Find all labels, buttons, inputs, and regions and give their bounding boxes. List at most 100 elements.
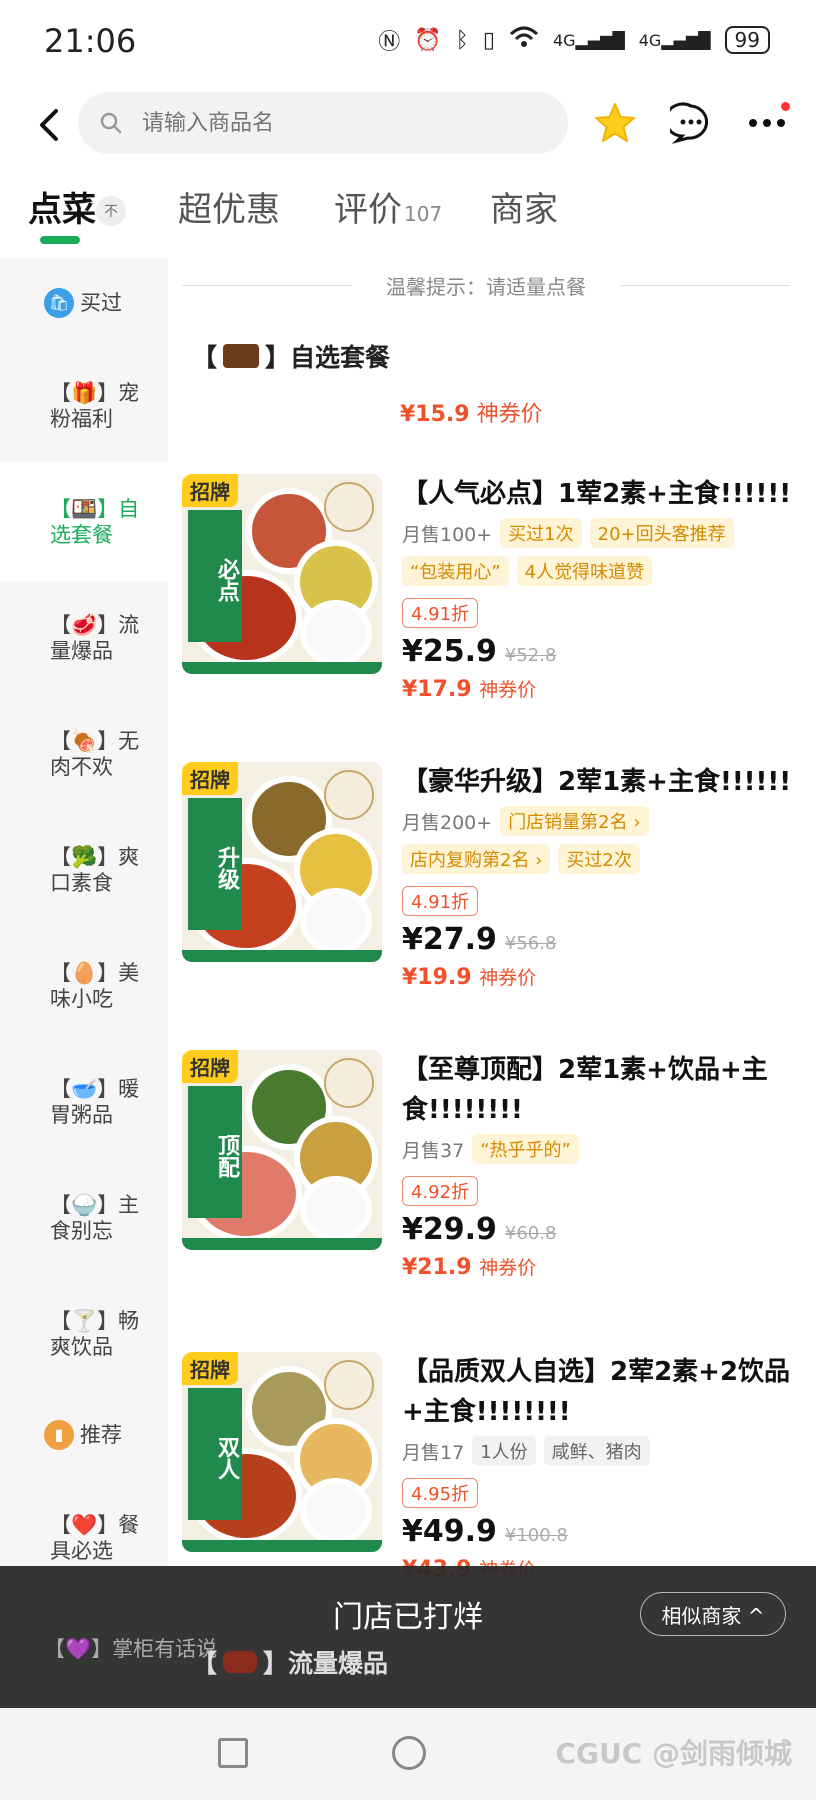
bracket-open: 【 — [192, 343, 218, 372]
product-card[interactable]: 必点 招牌 【人气必点】1荤2素+主食!!!!!! 月售100+ 买过1次 20… — [182, 474, 802, 724]
section-title: 【 】 自选套餐 — [192, 338, 390, 374]
coupon-price-label: 神券价 — [479, 967, 537, 989]
recents-button[interactable] — [218, 1738, 248, 1768]
wifi-icon — [509, 26, 539, 54]
fresh-seal-icon — [324, 1360, 374, 1410]
sidebar-item-label: 推荐 — [80, 1423, 122, 1447]
sidebar-item-label: 买过 — [80, 291, 122, 315]
product-name: 【至尊顶配】2荤1素+饮品+主食!!!!!!!! — [402, 1055, 768, 1125]
sidebar-item-combo[interactable]: 【🍱】自选套餐 — [0, 496, 168, 548]
product-meta: 月售100+ 买过1次 20+回头客推荐 “包装用心” 4人觉得味道赞 — [402, 518, 802, 586]
sidebar-item-staple[interactable]: 【🍚】主食别忘 — [0, 1192, 168, 1244]
message-button[interactable] — [668, 100, 714, 146]
product-image: 必点 招牌 — [182, 474, 382, 674]
monthly-sales: 月售37 — [402, 1139, 465, 1162]
current-price: ¥25.9 — [402, 634, 497, 669]
price-row: ¥49.9 ¥100.8 — [402, 1514, 802, 1549]
back-button[interactable] — [34, 102, 64, 148]
product-tag[interactable]: 门店销量第2名 › — [500, 806, 649, 836]
product-meta: 月售37 “热乎乎的” — [402, 1134, 802, 1164]
product-tag[interactable]: 店内复购第2名 › — [402, 844, 551, 874]
status-icons: Ⓝ ⏰ ᛒ ▯ 4G▂▄▆█ 4G▂▄▆█ 99 — [378, 24, 770, 56]
section-title-text: 自选套餐 — [290, 343, 391, 372]
tab-merchant[interactable]: 商家 — [490, 182, 558, 231]
sidebar-item-tableware[interactable]: 【❤️】餐具必选 — [0, 1512, 168, 1564]
current-price: ¥49.9 — [402, 1514, 497, 1549]
price-row: ¥27.9 ¥56.8 — [402, 922, 802, 957]
product-name: 【人气必点】1荤2素+主食!!!!!! — [402, 479, 792, 509]
sidebar-item-fan-benefits[interactable]: 【🎁】宠粉福利 — [0, 380, 168, 432]
product-tag: 1人份 — [472, 1436, 536, 1466]
search-box[interactable] — [78, 92, 568, 154]
image-label: 升级 — [188, 798, 242, 930]
signal-icon: 4G▂▄▆█ — [552, 30, 625, 50]
coupon-price: ¥21.9 神券价 — [402, 1253, 802, 1280]
favorite-button[interactable] — [592, 100, 638, 146]
monthly-sales: 月售200+ — [402, 811, 493, 834]
coupon-price-value: ¥21.9 — [402, 1255, 472, 1280]
coupon-price-value: ¥19.9 — [402, 965, 472, 990]
divider — [620, 284, 790, 286]
notice-text: 温馨提示：请适量点餐 — [386, 274, 586, 299]
fresh-seal-icon — [324, 482, 374, 532]
search-input[interactable] — [142, 110, 502, 136]
discount-badge: 4.91折 — [402, 598, 479, 628]
chevron-left-icon — [40, 109, 58, 141]
product-card[interactable]: 升级 招牌 【豪华升级】2荤1素+主食!!!!!! 月售200+ 门店销量第2名… — [182, 762, 802, 1012]
product-tag: “包装用心” — [402, 556, 509, 586]
section-promo-price: ¥15.9 — [400, 402, 470, 427]
coupon-price-value: ¥17.9 — [402, 677, 472, 702]
original-price: ¥100.8 — [504, 1525, 568, 1546]
section-promo: ¥15.9 神券价 — [400, 396, 543, 428]
discount-badge: 4.92折 — [402, 1176, 479, 1206]
chat-icon — [670, 102, 708, 144]
product-card[interactable]: 双人 招牌 【品质双人自选】2荤2素+2饮品+主食!!!!!!!! 月售17 1… — [182, 1352, 802, 1602]
signature-badge: 招牌 — [182, 1050, 238, 1083]
status-bar: 21:06 Ⓝ ⏰ ᛒ ▯ 4G▂▄▆█ 4G▂▄▆█ 99 — [0, 0, 816, 80]
star-icon — [595, 103, 635, 142]
image-footer-band — [182, 1238, 382, 1250]
review-count: 107 — [404, 202, 443, 226]
current-price: ¥29.9 — [402, 1212, 497, 1247]
tab-reviews[interactable]: 评价 107 — [334, 182, 442, 231]
sidebar-item-meat[interactable]: 【🍖】无肉不欢 — [0, 728, 168, 780]
product-card[interactable]: 顶配 招牌 【至尊顶配】2荤1素+饮品+主食!!!!!!!! 月售37 “热乎乎… — [182, 1050, 802, 1300]
next-section-text: 流量爆品 — [288, 1649, 389, 1678]
sidebar-item-recommend[interactable]: ▮ 推荐 — [0, 1420, 168, 1450]
sidebar-item-porridge[interactable]: 【🥣】暖胃粥品 — [0, 1076, 168, 1128]
signature-badge: 招牌 — [182, 762, 238, 795]
store-closed-banner: 门店已打烊 相似商家 ^ 【💜】掌柜有话说 【 】 流量爆品 — [0, 1566, 816, 1708]
product-meta: 月售200+ 门店销量第2名 › 店内复购第2名 › 买过2次 — [402, 806, 802, 874]
discount-badge: 4.91折 — [402, 886, 479, 916]
tab-deals[interactable]: 超优惠 — [178, 182, 280, 231]
coupon-price-label: 神券价 — [479, 679, 537, 701]
sidebar-item-drinks[interactable]: 【🍸】畅爽饮品 — [0, 1308, 168, 1360]
bento-icon — [223, 344, 260, 368]
signal-icon-2: 4G▂▄▆█ — [638, 30, 711, 50]
similar-merchants-button[interactable]: 相似商家 ^ — [640, 1592, 786, 1636]
product-tag: “热乎乎的” — [472, 1134, 579, 1164]
original-price: ¥52.8 — [504, 645, 557, 666]
more-button[interactable] — [744, 100, 790, 146]
sidebar-item-hot[interactable]: 【🥩】流量爆品 — [0, 612, 168, 664]
rice-plate — [300, 1478, 372, 1544]
fresh-seal-icon — [324, 1058, 374, 1108]
tab-order[interactable]: 点菜 — [28, 182, 96, 231]
home-button[interactable] — [392, 1736, 426, 1770]
price-row: ¥29.9 ¥60.8 — [402, 1212, 802, 1247]
sidebar-item-snacks[interactable]: 【🥚】美味小吃 — [0, 960, 168, 1012]
price-row: ¥25.9 ¥52.8 — [402, 634, 802, 669]
product-name: 【豪华升级】2荤1素+主食!!!!!! — [402, 767, 792, 797]
bookmark-icon: ▮ — [44, 1420, 74, 1450]
active-tab-indicator — [40, 236, 80, 244]
discount-badge: 4.95折 — [402, 1478, 479, 1508]
next-section-title: 【 】 流量爆品 — [192, 1644, 388, 1680]
collapse-chip[interactable]: 不 — [96, 196, 126, 226]
signature-badge: 招牌 — [182, 1352, 238, 1385]
bracket-close: 】 — [265, 343, 291, 372]
sidebar-item-veggie[interactable]: 【🥦】爽口素食 — [0, 844, 168, 896]
image-label: 双人 — [188, 1388, 242, 1520]
header — [0, 90, 816, 160]
bracket-open: 【 — [192, 1649, 218, 1678]
sidebar-item-bought[interactable]: 🛍 买过 — [0, 288, 168, 318]
